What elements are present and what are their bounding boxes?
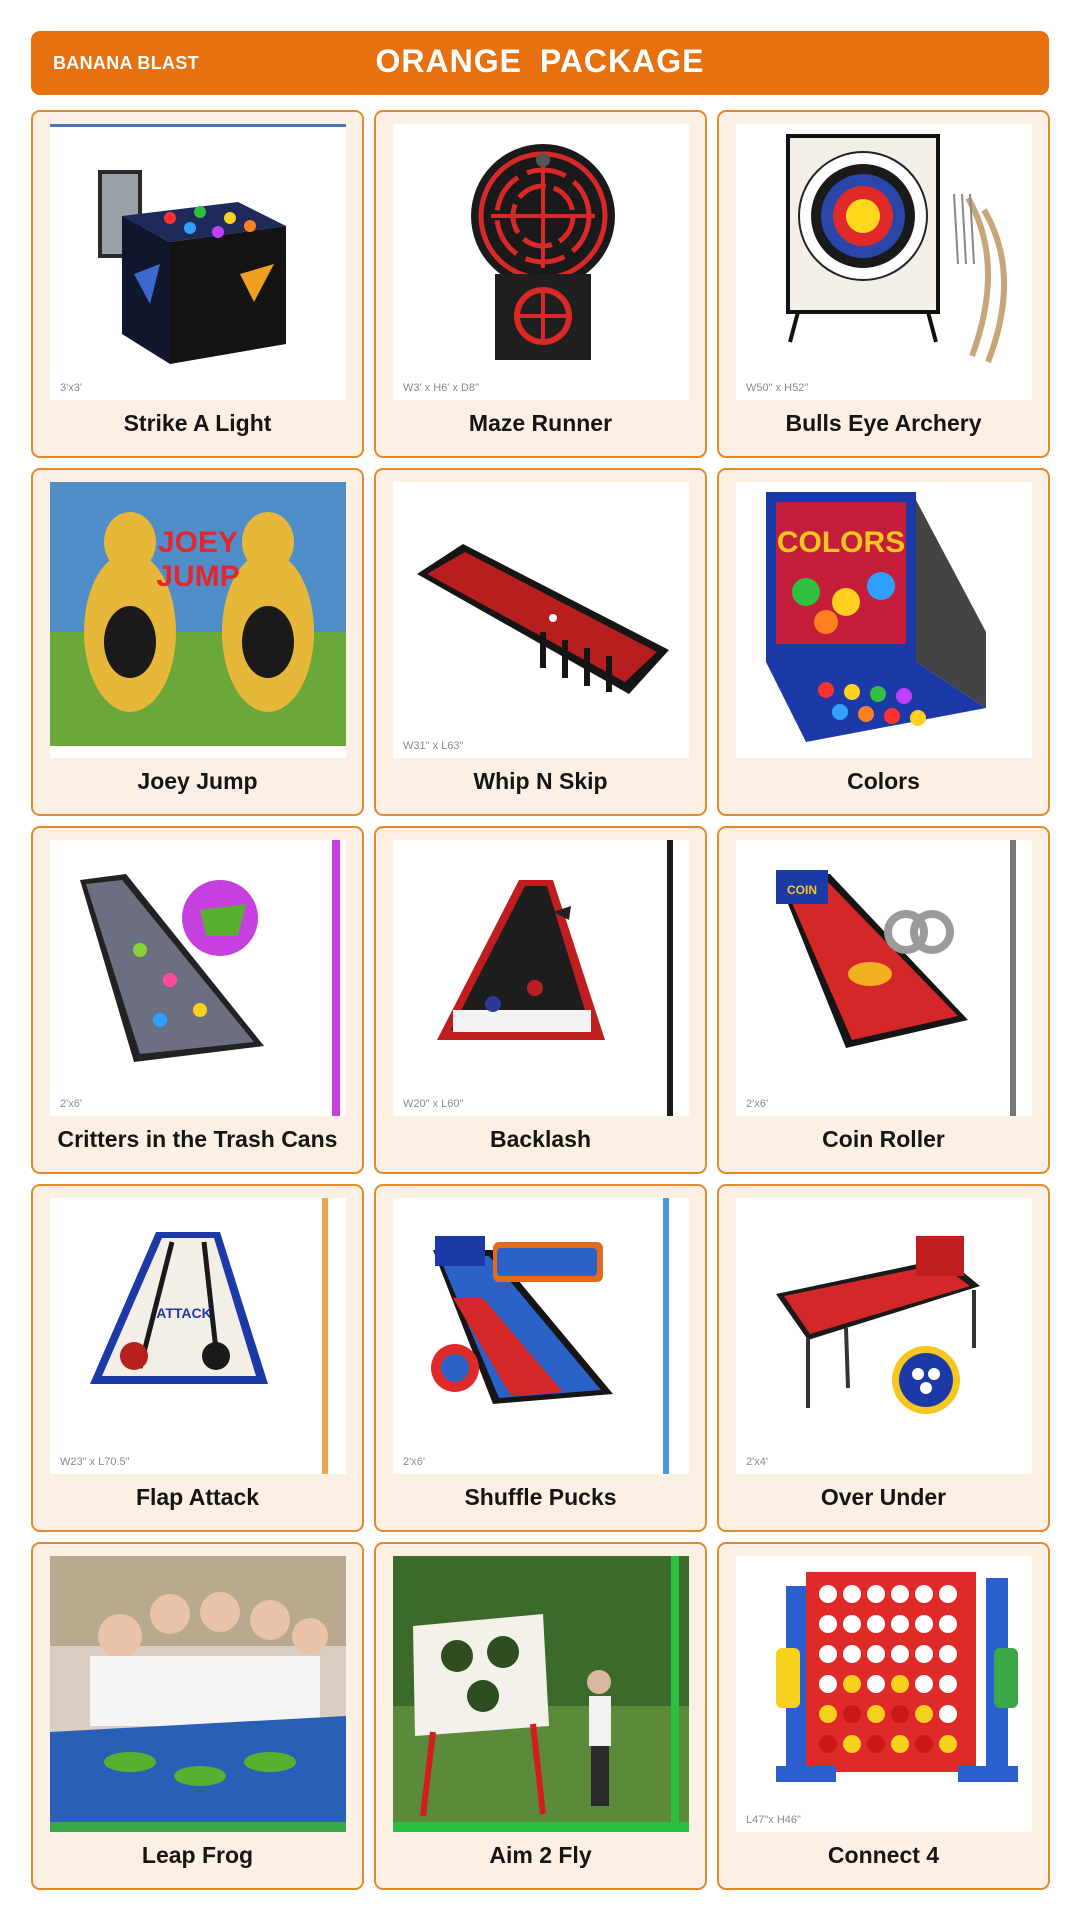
leap-frog-photo — [50, 1556, 346, 1832]
dimension-label: W23" x L70.5" — [60, 1456, 130, 1468]
svg-text:JOEY: JOEY — [158, 526, 238, 559]
game-card[interactable]: W3' x H6' x D8" Maze Runner — [374, 110, 707, 458]
package-title: ORANGE PACKAGE — [375, 43, 705, 79]
games-grid: 3'x3' Strike A Light W3' x H6' x D8" Maz… — [31, 110, 1050, 1890]
game-name: Strike A Light — [123, 410, 272, 436]
game-card[interactable]: ATTACK W23" x L70.5" Flap Attack — [31, 1184, 364, 1532]
skee-table-image: W31" x L63" — [393, 482, 689, 758]
game-card[interactable]: 2'x6' Shuffle Pucks — [374, 1184, 707, 1532]
dimension-label: 2'x6' — [60, 1098, 82, 1110]
game-card[interactable]: W50" x H52" Bulls Eye Archery — [717, 110, 1050, 458]
game-name: Shuffle Pucks — [464, 1484, 617, 1510]
game-name: Maze Runner — [468, 410, 613, 436]
coin-roller-lane-image: COIN 2'x6' — [736, 840, 1032, 1116]
shuffle-pucks-lane-image: 2'x6' — [393, 1198, 689, 1474]
svg-text:JUMP: JUMP — [156, 560, 239, 593]
dimension-label: W20" x L60" — [403, 1098, 464, 1110]
dimension-label: W50" x H52" — [746, 382, 809, 394]
game-name: Aim 2 Fly — [489, 1842, 592, 1868]
game-card[interactable]: JOEY JUMP Joey Jump — [31, 468, 364, 816]
svg-text:ATTACK: ATTACK — [156, 1305, 211, 1321]
game-card[interactable]: W31" x L63" Whip N Skip — [374, 468, 707, 816]
game-card[interactable]: COIN 2'x6' Coin Roller — [717, 826, 1050, 1174]
package-header: BANANA BLAST ORANGE PACKAGE — [31, 31, 1049, 95]
svg-text:COLORS: COLORS — [777, 526, 905, 559]
game-name: Bulls Eye Archery — [785, 410, 982, 436]
archery-target-image: W50" x H52" — [736, 124, 1032, 400]
maze-runner-image: W3' x H6' x D8" — [393, 124, 689, 400]
aim-2-fly-photo — [393, 1556, 689, 1832]
dimension-label: L47"x H46" — [746, 1814, 801, 1826]
dimension-label: W31" x L63" — [403, 740, 464, 752]
game-card[interactable]: 2'x6' Critters in the Trash Cans — [31, 826, 364, 1174]
game-name: Whip N Skip — [473, 768, 608, 794]
dimension-label: 2'x6' — [403, 1456, 425, 1468]
game-name: Over Under — [820, 1484, 947, 1510]
game-card[interactable]: Aim 2 Fly — [374, 1542, 707, 1890]
backlash-lane-image: W20" x L60" — [393, 840, 689, 1116]
strike-a-light-table-image: 3'x3' — [50, 124, 346, 400]
colors-ball-game-image: COLORS — [736, 482, 1032, 758]
game-name: Coin Roller — [822, 1126, 945, 1152]
giant-connect-four-image: L47"x H46" — [736, 1556, 1032, 1832]
kangaroo-backdrop-image: JOEY JUMP — [50, 482, 346, 758]
game-card[interactable]: 3'x3' Strike A Light — [31, 110, 364, 458]
game-card[interactable]: Leap Frog — [31, 1542, 364, 1890]
game-card[interactable]: L47"x H46" Connect 4 — [717, 1542, 1050, 1890]
game-name: Leap Frog — [141, 1842, 254, 1868]
dimension-label: 2'x6' — [746, 1098, 768, 1110]
dimension-label: W3' x H6' x D8" — [403, 382, 479, 394]
game-name: Critters in the Trash Cans — [57, 1126, 338, 1152]
dimension-label: 2'x4' — [746, 1456, 768, 1468]
game-card[interactable]: COLORS Colors — [717, 468, 1050, 816]
game-card[interactable]: 2'x4' Over Under — [717, 1184, 1050, 1532]
over-under-table-image: 2'x4' — [736, 1198, 1032, 1474]
game-name: Backlash — [489, 1126, 591, 1152]
dimension-label: 3'x3' — [60, 382, 82, 394]
svg-text:COIN: COIN — [787, 883, 817, 897]
game-name: Flap Attack — [135, 1484, 260, 1510]
critters-lane-image: 2'x6' — [50, 840, 346, 1116]
game-name: Joey Jump — [137, 768, 258, 794]
game-card[interactable]: W20" x L60" Backlash — [374, 826, 707, 1174]
game-name: Connect 4 — [827, 1842, 940, 1868]
flap-attack-lane-image: ATTACK W23" x L70.5" — [50, 1198, 346, 1474]
game-name: Colors — [847, 768, 920, 794]
